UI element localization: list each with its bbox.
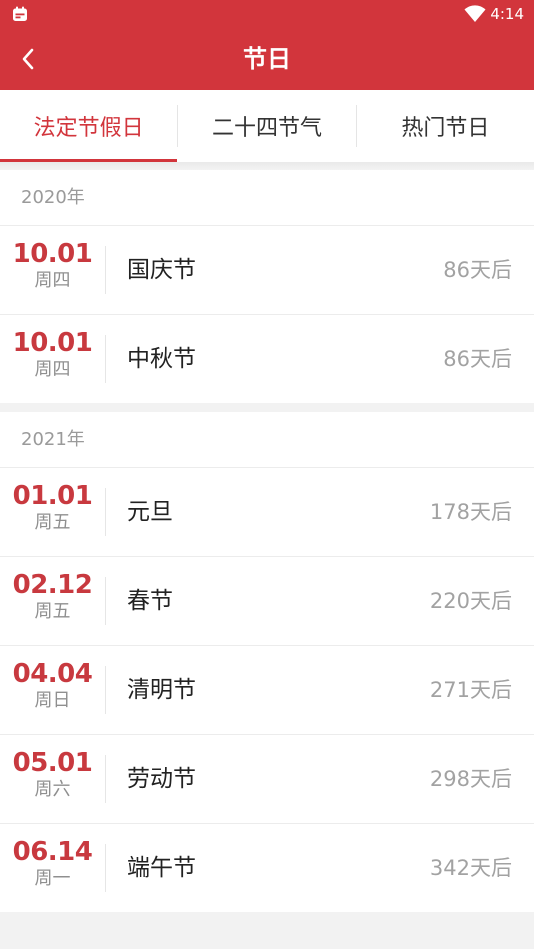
- holiday-name: 端午节: [127, 855, 196, 881]
- holiday-date: 01.01: [12, 481, 93, 511]
- holiday-weekday: 周五: [34, 512, 71, 533]
- status-time: 4:14: [490, 5, 524, 23]
- holiday-date: 02.12: [12, 570, 93, 600]
- page-title: 节日: [243, 45, 291, 73]
- holiday-name: 国庆节: [127, 257, 196, 283]
- wifi-icon: [464, 5, 486, 22]
- holiday-row[interactable]: 05.01 周六 劳动节 298天后: [0, 735, 534, 824]
- row-divider: [105, 666, 106, 714]
- tab-bar: 法定节假日 二十四节气 热门节日: [0, 90, 534, 162]
- tab-label: 二十四节气: [211, 116, 322, 141]
- holiday-weekday: 周一: [34, 868, 71, 889]
- tab-popular-festivals[interactable]: 热门节日: [357, 90, 534, 162]
- row-divider: [105, 755, 106, 803]
- holiday-countdown: 220天后: [429, 589, 512, 613]
- holiday-countdown: 86天后: [443, 258, 512, 282]
- holiday-row[interactable]: 10.01 周四 中秋节 86天后: [0, 315, 534, 403]
- holiday-name: 元旦: [127, 499, 173, 525]
- holiday-date: 10.01: [12, 328, 93, 358]
- holiday-countdown: 178天后: [429, 500, 512, 524]
- holiday-weekday: 周四: [34, 359, 71, 380]
- holiday-row[interactable]: 04.04 周日 清明节 271天后: [0, 646, 534, 735]
- holiday-countdown: 86天后: [443, 347, 512, 371]
- status-bar: 4:14: [0, 0, 534, 28]
- holiday-row[interactable]: 06.14 周一 端午节 342天后: [0, 824, 534, 912]
- holiday-row[interactable]: 02.12 周五 春节 220天后: [0, 557, 534, 646]
- year-section-2021: 2021年 01.01 周五 元旦 178天后 02.12 周五 春节 220天…: [0, 412, 534, 912]
- row-divider: [105, 246, 106, 294]
- date-block: 06.14 周一: [0, 824, 105, 912]
- row-divider: [105, 488, 106, 536]
- date-block: 01.01 周五: [0, 468, 105, 556]
- calendar-app-icon: [13, 6, 27, 21]
- holiday-weekday: 周六: [34, 779, 71, 800]
- tab-legal-holidays[interactable]: 法定节假日: [0, 90, 178, 162]
- holiday-countdown: 271天后: [429, 678, 512, 702]
- date-block: 02.12 周五: [0, 557, 105, 645]
- date-block: 04.04 周日: [0, 646, 105, 734]
- tab-shadow: [0, 162, 534, 170]
- date-block: 10.01 周四: [0, 226, 105, 314]
- app-bar: 节日: [0, 28, 534, 90]
- tab-label: 法定节假日: [33, 116, 144, 141]
- year-section-2020: 2020年 10.01 周四 国庆节 86天后 10.01 周四 中秋节 86天…: [0, 170, 534, 403]
- holiday-name: 春节: [127, 588, 173, 614]
- holiday-date: 05.01: [12, 748, 93, 778]
- holiday-countdown: 342天后: [429, 856, 512, 880]
- holiday-row[interactable]: 10.01 周四 国庆节 86天后: [0, 226, 534, 315]
- holiday-name: 中秋节: [127, 346, 196, 372]
- holiday-weekday: 周五: [34, 601, 71, 622]
- holiday-weekday: 周四: [34, 270, 71, 291]
- holiday-row[interactable]: 01.01 周五 元旦 178天后: [0, 468, 534, 557]
- holiday-date: 10.01: [12, 239, 93, 269]
- holiday-date: 04.04: [12, 659, 93, 689]
- year-header: 2020年: [0, 170, 534, 226]
- holiday-weekday: 周日: [34, 690, 71, 711]
- holiday-date: 06.14: [12, 837, 93, 867]
- row-divider: [105, 844, 106, 892]
- tab-solar-terms[interactable]: 二十四节气: [178, 90, 355, 162]
- tab-label: 热门节日: [401, 116, 490, 141]
- row-divider: [105, 335, 106, 383]
- holiday-name: 劳动节: [127, 766, 196, 792]
- year-header: 2021年: [0, 412, 534, 468]
- date-block: 05.01 周六: [0, 735, 105, 823]
- holiday-name: 清明节: [127, 677, 196, 703]
- holiday-list: 2020年 10.01 周四 国庆节 86天后 10.01 周四 中秋节 86天…: [0, 170, 534, 921]
- date-block: 10.01 周四: [0, 315, 105, 403]
- row-divider: [105, 577, 106, 625]
- holiday-countdown: 298天后: [429, 767, 512, 791]
